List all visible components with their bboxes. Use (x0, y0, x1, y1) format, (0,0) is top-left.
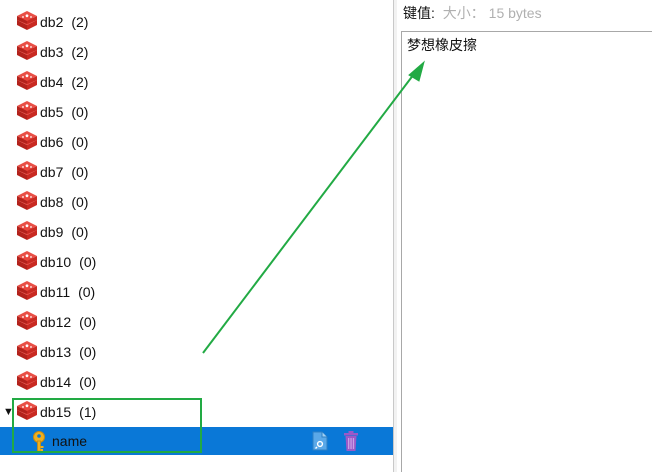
key-info-header: 键值: 大小： 15 bytes (403, 4, 542, 22)
database-key-count: (0) (79, 344, 97, 360)
database-name: db13 (40, 344, 72, 360)
database-label: db12 (0) (40, 313, 96, 331)
database-key-count: (0) (71, 134, 89, 150)
tree-item-db3[interactable]: db3 (2) (0, 37, 393, 67)
tree-item-db5[interactable]: db5 (0) (0, 97, 393, 127)
database-key-count: (0) (71, 194, 89, 210)
database-key-count: (1) (79, 404, 97, 420)
database-name: db11 (40, 284, 71, 300)
size-label: 大小： 15 bytes (442, 5, 542, 21)
database-key-count: (0) (79, 314, 97, 330)
database-name: db15 (40, 404, 72, 420)
tree-item-db11[interactable]: db11 (0) (0, 277, 393, 307)
database-label: db2 (2) (40, 13, 88, 31)
tree-item-db8[interactable]: db8 (0) (0, 187, 393, 217)
database-label: db15 (1) (40, 403, 96, 421)
tree-item-db14[interactable]: db14 (0) (0, 367, 393, 397)
database-label: db3 (2) (40, 43, 88, 61)
database-label: db9 (0) (40, 223, 88, 241)
redis-database-icon (15, 11, 39, 33)
redis-database-icon (15, 251, 39, 273)
database-key-count: (0) (71, 164, 89, 180)
database-key-count: (0) (79, 254, 97, 270)
value-text[interactable]: 梦想橡皮擦 (407, 36, 477, 54)
database-label: db14 (0) (40, 373, 96, 391)
database-label: db8 (0) (40, 193, 88, 211)
redis-database-icon (15, 101, 39, 123)
redis-database-icon (15, 311, 39, 333)
key-name-label: name (52, 433, 88, 449)
tree-item-db6[interactable]: db6 (0) (0, 127, 393, 157)
database-name: db10 (40, 254, 72, 270)
database-key-count: (0) (79, 374, 97, 390)
redis-database-icon (15, 191, 39, 213)
tree-item-db7[interactable]: db7 (0) (0, 157, 393, 187)
redis-database-icon (15, 371, 39, 393)
database-name: db12 (40, 314, 72, 330)
database-label: db13 (0) (40, 343, 96, 361)
tree-item-db2[interactable]: db2 (2) (0, 7, 393, 37)
database-name: db2 (40, 14, 64, 30)
tree-item-db15[interactable]: ▼ db15 (1) (0, 397, 393, 427)
redis-database-icon (15, 341, 39, 363)
database-label: db10 (0) (40, 253, 96, 271)
database-key-count: (0) (71, 224, 89, 240)
database-name: db5 (40, 104, 64, 120)
database-label: db5 (0) (40, 103, 88, 121)
redis-database-icon (15, 221, 39, 243)
database-key-count: (0) (78, 284, 96, 300)
redis-database-icon (15, 281, 39, 303)
tree-key-item-name[interactable]: name (0, 427, 393, 455)
database-name: db9 (40, 224, 64, 240)
database-name: db7 (40, 164, 64, 180)
database-name: db8 (40, 194, 64, 210)
tree-item-db12[interactable]: db12 (0) (0, 307, 393, 337)
key-value-label: 键值: (403, 5, 435, 21)
database-name: db6 (40, 134, 64, 150)
database-key-count: (2) (71, 14, 89, 30)
key-icon (30, 430, 48, 452)
tree-item-db4[interactable]: db4 (2) (0, 67, 393, 97)
redis-database-icon (15, 161, 39, 183)
value-panel: 键值: 大小： 15 bytes 梦想橡皮擦 (397, 0, 652, 472)
tree-item-db9[interactable]: db9 (0) (0, 217, 393, 247)
database-label: db4 (2) (40, 73, 88, 91)
database-key-count: (2) (71, 74, 89, 90)
database-tree: db2 (2) db3 (2) db4 (2) db5 (0) db6 (0) db7 (0… (0, 0, 393, 472)
tree-item-db13[interactable]: db13 (0) (0, 337, 393, 367)
value-editor[interactable]: 梦想橡皮擦 (401, 31, 652, 472)
database-key-count: (2) (71, 44, 89, 60)
database-label: db6 (0) (40, 133, 88, 151)
redis-database-icon (15, 131, 39, 153)
database-key-count: (0) (71, 104, 89, 120)
database-label: db11 (0) (40, 283, 95, 301)
database-name: db4 (40, 74, 64, 90)
database-name: db3 (40, 44, 64, 60)
database-label: db7 (0) (40, 163, 88, 181)
trash-icon[interactable] (342, 430, 360, 452)
database-name: db14 (40, 374, 72, 390)
redis-database-icon (15, 41, 39, 63)
expand-arrow-icon[interactable]: ▼ (3, 405, 14, 419)
redis-database-icon (15, 401, 39, 423)
copy-document-icon[interactable] (311, 430, 329, 452)
tree-item-db10[interactable]: db10 (0) (0, 247, 393, 277)
redis-database-icon (15, 71, 39, 93)
